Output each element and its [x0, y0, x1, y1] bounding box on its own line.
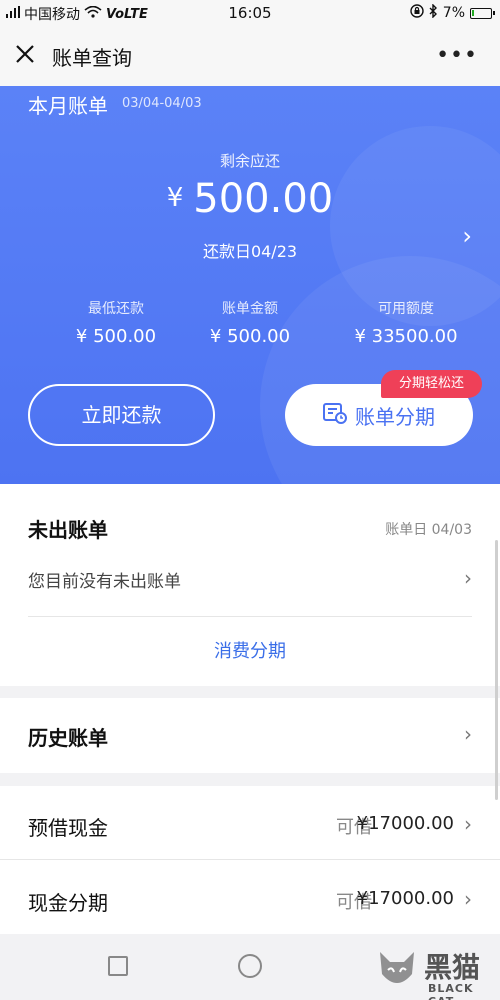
- watermark-en: BLACK CAT: [428, 982, 474, 1000]
- installment-promo-badge: 分期轻松还: [381, 370, 483, 398]
- stat-value: ¥ 33500.00: [354, 326, 458, 347]
- stat-label: 可用额度: [378, 301, 434, 317]
- recent-apps-icon[interactable]: [108, 956, 128, 976]
- history-title: 历史账单: [28, 726, 108, 750]
- row-label: 现金分期: [28, 891, 108, 915]
- battery-level: [472, 9, 474, 16]
- cash-installment-row[interactable]: 现金分期 可借 ¥17000.00 ›: [0, 861, 500, 935]
- currency-symbol: ¥: [166, 183, 184, 213]
- watermark-logo: 黑猫 BLACK CAT: [372, 942, 500, 1000]
- stat-label: 最低还款: [88, 301, 144, 317]
- remaining-amount[interactable]: ¥500.00: [0, 176, 500, 222]
- black-cat-logo-icon: [380, 952, 414, 983]
- installment-calendar-icon: [323, 402, 347, 429]
- page-title: 账单查询: [52, 46, 132, 70]
- scrollbar[interactable]: [495, 540, 498, 800]
- installment-button-label: 账单分期: [355, 404, 435, 429]
- month-bill-range: 03/04-04/03: [122, 96, 202, 111]
- divider: [28, 616, 472, 617]
- battery-text: 7%: [442, 5, 465, 21]
- stat-label: 账单金额: [222, 301, 278, 317]
- unbilled-title: 未出账单: [28, 518, 108, 542]
- bluetooth-icon: [429, 3, 438, 22]
- row-amount: ¥17000.00: [356, 813, 454, 834]
- bill-date: 账单日 04/03: [385, 522, 472, 538]
- stat-bill-amount: 账单金额 ¥ 500.00: [190, 298, 310, 347]
- row-label: 预借现金: [28, 816, 108, 840]
- stat-value: ¥ 500.00: [209, 326, 291, 347]
- chevron-right-icon[interactable]: ›: [464, 887, 472, 911]
- nav-bar: 账单查询 •••: [0, 26, 500, 86]
- current-bill-card: 本月账单 03/04-04/03 剩余应还 ¥500.00 还款日04/23 ›…: [0, 86, 500, 484]
- stat-value: ¥ 500.00: [75, 326, 157, 347]
- consume-installment-link[interactable]: 消费分期: [0, 637, 500, 663]
- close-icon[interactable]: [14, 43, 38, 67]
- stat-available-credit: 可用额度 ¥ 33500.00: [336, 298, 476, 347]
- pay-now-button[interactable]: 立即还款: [28, 384, 215, 446]
- watermark-cn: 黑猫: [424, 951, 481, 984]
- due-date: 还款日04/23: [202, 242, 298, 261]
- remaining-label: 剩余应还: [219, 152, 280, 170]
- history-bills-row[interactable]: 历史账单 ›: [0, 698, 500, 773]
- cash-advance-row[interactable]: 预借现金 可借 ¥17000.00 ›: [0, 786, 500, 860]
- chevron-right-icon[interactable]: ›: [464, 812, 472, 836]
- more-dots-icon[interactable]: •••: [436, 43, 478, 68]
- status-right: 7%: [410, 3, 495, 22]
- unbilled-section: 未出账单 账单日 04/03 您目前没有未出账单 › 消费分期: [0, 484, 500, 686]
- row-amount: ¥17000.00: [356, 888, 454, 909]
- chevron-right-icon[interactable]: ›: [464, 722, 472, 746]
- chevron-right-icon[interactable]: ›: [462, 222, 472, 250]
- lock-rotation-icon: [410, 4, 424, 22]
- system-navigation-bar: 黑猫 BLACK CAT: [0, 934, 500, 1000]
- battery-icon: [470, 7, 495, 19]
- month-bill-title: 本月账单: [28, 94, 108, 118]
- stat-minimum-payment: 最低还款 ¥ 500.00: [56, 298, 176, 347]
- remaining-amount-value: 500.00: [193, 176, 334, 222]
- unbilled-message[interactable]: 您目前没有未出账单: [28, 567, 181, 592]
- status-bar: 中国移动 VoLTE 16:05 7%: [0, 0, 500, 26]
- chevron-right-icon[interactable]: ›: [464, 566, 472, 590]
- home-icon[interactable]: [238, 954, 262, 978]
- cash-services: 预借现金 可借 ¥17000.00 › 现金分期 可借 ¥17000.00 ›: [0, 786, 500, 934]
